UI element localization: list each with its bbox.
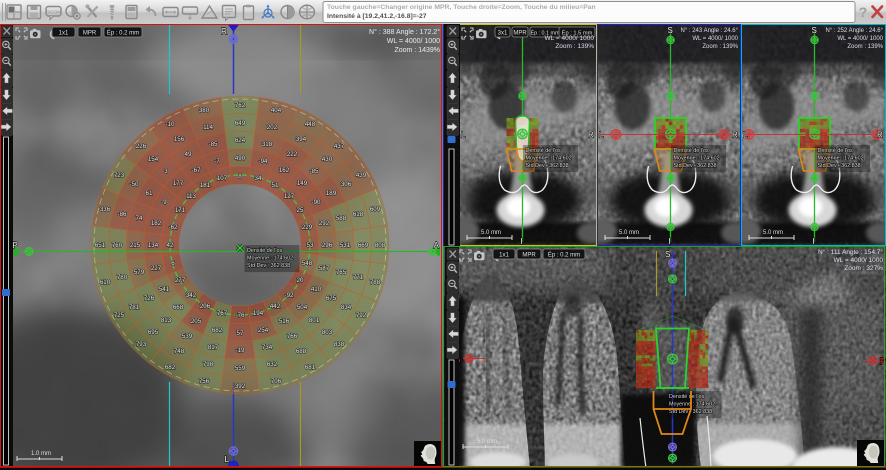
svg-text:Intensité à [19.2,41.2,-16.8]=: Intensité à [19.2,41.2,-16.8]=-27 bbox=[327, 13, 427, 20]
svg-text:Touche gauche=Changer origine: Touche gauche=Changer origine MPR, Touch… bbox=[327, 4, 596, 11]
svg-text:DICOM: DICOM bbox=[46, 10, 61, 15]
svg-text:?: ? bbox=[859, 4, 868, 20]
